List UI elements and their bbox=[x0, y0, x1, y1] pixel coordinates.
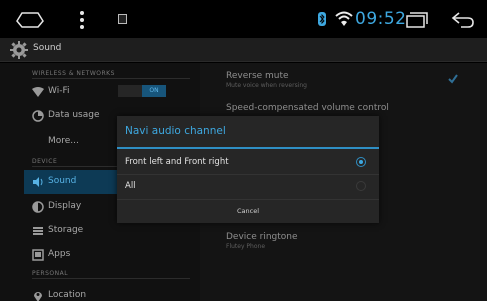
sidebar-item-label: Data usage bbox=[48, 110, 100, 120]
option-label: All bbox=[125, 181, 136, 191]
sidebar-item-label: Wi-Fi bbox=[48, 86, 70, 96]
sidebar-item-location[interactable]: Location bbox=[24, 284, 200, 301]
navi-audio-channel-dialog: Navi audio channel Front left and Front … bbox=[117, 116, 379, 223]
pref-title: Speed-compensated volume control bbox=[226, 103, 389, 113]
toggle-knob: ON bbox=[142, 85, 166, 97]
section-divider bbox=[32, 278, 190, 279]
section-header-wireless: WIRELESS & NETWORKS bbox=[32, 70, 115, 77]
pref-title: Device ringtone bbox=[226, 232, 298, 242]
menu-icon[interactable] bbox=[80, 11, 84, 29]
sidebar-item-label: Display bbox=[48, 201, 82, 211]
sidebar-item-apps[interactable]: Apps bbox=[24, 243, 200, 267]
back-icon[interactable] bbox=[451, 11, 475, 29]
display-icon bbox=[32, 201, 44, 213]
option-front-left-right[interactable]: Front left and Front right bbox=[117, 151, 379, 173]
gallery-icon bbox=[118, 14, 127, 24]
pref-reverse-mute[interactable]: Reverse mute Mute voice when reversing bbox=[226, 71, 307, 89]
page-title: Sound bbox=[33, 43, 62, 53]
toggle-state: ON bbox=[149, 87, 159, 94]
checkbox-checked-icon[interactable] bbox=[447, 73, 459, 85]
pref-device-ringtone[interactable]: Device ringtone Flutey Phone bbox=[226, 232, 298, 250]
wifi-toggle[interactable]: ON bbox=[118, 85, 166, 97]
recent-apps-icon[interactable] bbox=[406, 12, 428, 28]
wifi-icon bbox=[335, 11, 353, 26]
dialog-title-divider bbox=[117, 147, 379, 149]
wifi-icon bbox=[32, 87, 44, 97]
clock-time: 09:52 bbox=[355, 9, 407, 29]
section-header-device: DEVICE bbox=[32, 158, 58, 165]
pref-summary: Mute voice when reversing bbox=[226, 82, 307, 89]
speaker-icon bbox=[33, 177, 43, 187]
sidebar-item-label: Location bbox=[48, 290, 87, 300]
radio-unselected-icon[interactable] bbox=[356, 181, 366, 191]
system-status-bar: 09:52 bbox=[0, 0, 487, 38]
action-bar: Sound bbox=[0, 38, 487, 62]
section-divider bbox=[32, 78, 190, 79]
location-icon bbox=[34, 292, 42, 301]
sidebar-item-label: More... bbox=[48, 136, 79, 146]
cancel-button[interactable]: Cancel bbox=[117, 200, 379, 223]
option-label: Front left and Front right bbox=[125, 157, 229, 167]
pref-title: Reverse mute bbox=[226, 71, 289, 81]
storage-icon bbox=[33, 227, 43, 235]
option-all[interactable]: All bbox=[117, 175, 379, 197]
apps-icon bbox=[32, 249, 44, 261]
sidebar-item-label: Storage bbox=[48, 225, 84, 235]
sidebar-item-label: Apps bbox=[48, 249, 71, 259]
settings-gear-icon[interactable] bbox=[10, 41, 28, 59]
data-usage-icon bbox=[32, 110, 44, 122]
section-header-personal: PERSONAL bbox=[32, 270, 69, 277]
bluetooth-icon bbox=[318, 12, 326, 26]
sidebar-item-wifi[interactable]: Wi-Fi bbox=[24, 80, 200, 104]
pref-speed-volume[interactable]: Speed-compensated volume control bbox=[226, 103, 389, 113]
radio-selected-icon[interactable] bbox=[356, 157, 366, 167]
home-icon[interactable] bbox=[16, 12, 44, 28]
sidebar-item-label: Sound bbox=[48, 176, 77, 186]
pref-summary: Flutey Phone bbox=[226, 243, 266, 250]
dialog-title: Navi audio channel bbox=[125, 125, 226, 137]
